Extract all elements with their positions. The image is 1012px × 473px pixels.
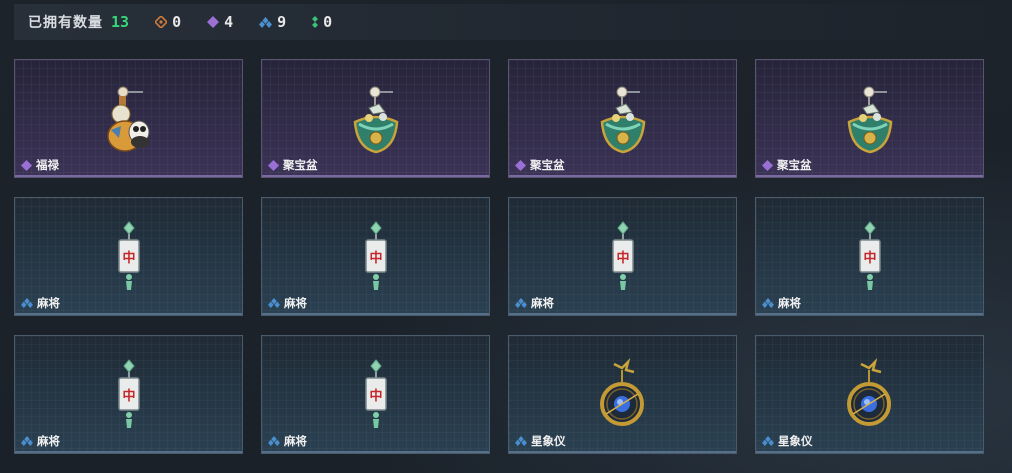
owned-count-total: 13 bbox=[111, 13, 130, 31]
charm-name-label: 麻将 bbox=[284, 296, 307, 310]
charm-name: 麻将 bbox=[21, 433, 60, 449]
mahjong-charm-icon: 中 bbox=[364, 221, 387, 290]
treasure-bowl-charm-icon bbox=[353, 86, 398, 154]
charm-card[interactable]: 聚宝盆 bbox=[755, 59, 984, 178]
blue-rarity-icon bbox=[762, 436, 774, 446]
rarity-underline bbox=[262, 451, 489, 453]
charm-name: 麻将 bbox=[762, 295, 801, 311]
rarity-underline bbox=[15, 313, 242, 315]
charm-card[interactable]: 中麻将 bbox=[14, 197, 243, 316]
mahjong-charm-icon: 中 bbox=[364, 359, 387, 428]
charm-name: 星象仪 bbox=[515, 433, 566, 449]
purple-rarity-icon bbox=[762, 159, 773, 171]
charm-name-label: 麻将 bbox=[778, 296, 801, 310]
green-rarity-count: 0 bbox=[312, 13, 332, 31]
rarity-underline bbox=[756, 451, 983, 453]
charm-name-label: 麻将 bbox=[37, 296, 60, 310]
charm-card[interactable]: 中麻将 bbox=[14, 335, 243, 454]
charm-name: 聚宝盆 bbox=[515, 157, 565, 173]
charm-card[interactable]: 中麻将 bbox=[261, 335, 490, 454]
purple-rarity-icon bbox=[268, 159, 279, 171]
charm-name: 麻将 bbox=[268, 433, 307, 449]
charm-name-label: 福禄 bbox=[36, 158, 59, 172]
charm-name: 星象仪 bbox=[762, 433, 813, 449]
astrolabe-charm-icon bbox=[599, 358, 644, 426]
charm-name: 麻将 bbox=[515, 295, 554, 311]
charm-name-label: 麻将 bbox=[284, 434, 307, 448]
charm-name: 聚宝盆 bbox=[762, 157, 812, 173]
mahjong-charm-icon: 中 bbox=[611, 221, 634, 290]
charm-card[interactable]: 聚宝盆 bbox=[261, 59, 490, 178]
charm-name: 聚宝盆 bbox=[268, 157, 318, 173]
orange-rarity-count: 0 bbox=[155, 13, 181, 31]
blue-rarity-icon bbox=[21, 436, 33, 446]
mahjong-tile-char: 中 bbox=[616, 250, 629, 266]
astrolabe-charm-icon bbox=[846, 358, 891, 426]
mahjong-charm-icon: 中 bbox=[858, 221, 881, 290]
mahjong-tile-char: 中 bbox=[369, 250, 382, 266]
blue-rarity-icon bbox=[21, 298, 33, 308]
inventory-header: 已拥有数量 13 0 4 9 0 bbox=[14, 4, 984, 40]
rarity-underline bbox=[509, 313, 736, 315]
orange-count-value: 0 bbox=[172, 13, 182, 31]
rarity-underline bbox=[509, 451, 736, 453]
rarity-underline bbox=[756, 175, 983, 177]
charm-name: 麻将 bbox=[21, 295, 60, 311]
rarity-underline bbox=[756, 313, 983, 315]
owned-count-label: 已拥有数量 bbox=[28, 15, 103, 31]
rarity-underline bbox=[509, 175, 736, 177]
purple-rarity-count: 4 bbox=[207, 13, 233, 31]
blue-count-value: 9 bbox=[277, 13, 287, 31]
mahjong-tile-char: 中 bbox=[122, 250, 135, 266]
orange-rarity-icon bbox=[155, 16, 168, 28]
blue-rarity-icon bbox=[268, 298, 280, 308]
mahjong-charm-icon: 中 bbox=[117, 221, 140, 290]
green-count-value: 0 bbox=[323, 13, 333, 31]
mahjong-tile-char: 中 bbox=[863, 250, 876, 266]
charm-card[interactable]: 福禄 bbox=[14, 59, 243, 178]
charm-name-label: 麻将 bbox=[531, 296, 554, 310]
rarity-underline bbox=[15, 451, 242, 453]
charm-name-label: 聚宝盆 bbox=[283, 158, 318, 172]
purple-rarity-icon bbox=[207, 16, 220, 28]
charm-name: 福禄 bbox=[21, 157, 59, 173]
rarity-underline bbox=[15, 175, 242, 177]
blue-rarity-icon bbox=[515, 436, 527, 446]
rarity-underline bbox=[262, 313, 489, 315]
charm-card[interactable]: 星象仪 bbox=[508, 335, 737, 454]
charm-card[interactable]: 聚宝盆 bbox=[508, 59, 737, 178]
blue-rarity-icon bbox=[515, 298, 527, 308]
charm-name-label: 星象仪 bbox=[531, 434, 566, 448]
gourd-charm-icon bbox=[106, 86, 149, 152]
charm-name-label: 聚宝盆 bbox=[777, 158, 812, 172]
rarity-underline bbox=[262, 175, 489, 177]
charm-card[interactable]: 星象仪 bbox=[755, 335, 984, 454]
charm-name-label: 星象仪 bbox=[778, 434, 813, 448]
mahjong-tile-char: 中 bbox=[122, 388, 135, 404]
purple-count-value: 4 bbox=[224, 13, 234, 31]
charm-name-label: 麻将 bbox=[37, 434, 60, 448]
charm-name-label: 聚宝盆 bbox=[530, 158, 565, 172]
blue-rarity-icon bbox=[268, 436, 280, 446]
charm-name: 麻将 bbox=[268, 295, 307, 311]
blue-rarity-count: 9 bbox=[259, 13, 286, 31]
charm-card[interactable]: 中麻将 bbox=[508, 197, 737, 316]
blue-rarity-icon bbox=[762, 298, 774, 308]
purple-rarity-icon bbox=[21, 159, 32, 171]
mahjong-charm-icon: 中 bbox=[117, 359, 140, 428]
blue-rarity-icon bbox=[259, 16, 273, 28]
charm-card[interactable]: 中麻将 bbox=[261, 197, 490, 316]
mahjong-tile-char: 中 bbox=[369, 388, 382, 404]
green-rarity-icon bbox=[312, 16, 319, 28]
treasure-bowl-charm-icon bbox=[600, 86, 645, 154]
charm-card[interactable]: 中麻将 bbox=[755, 197, 984, 316]
purple-rarity-icon bbox=[515, 159, 526, 171]
treasure-bowl-charm-icon bbox=[847, 86, 892, 154]
